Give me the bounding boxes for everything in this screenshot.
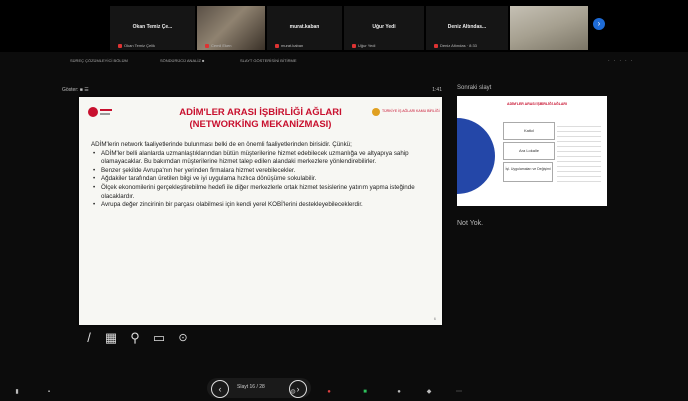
slide-body: ADİM'lerin network faaliyetlerinde bulun…	[91, 141, 431, 210]
elapsed-timer: 1:41	[432, 87, 442, 93]
record-icon[interactable]: ●	[396, 389, 402, 395]
thumb-text-block	[557, 122, 601, 182]
slide-bullet: Ölçek ekonomilerini gerçekleştirebilme h…	[93, 184, 431, 201]
slide-title-line2: (NETWORKİNG MEKANİZMASI)	[189, 119, 332, 130]
slide-bullet: ADİM'ler belli alanlarda uzmanlaştıkları…	[93, 150, 431, 167]
zoom-icon[interactable]: ⚲	[128, 331, 142, 345]
thumb-row: Katkıl	[503, 122, 555, 140]
thumb-circle-icon	[457, 118, 495, 194]
meeting-control-bar: ▮ ▪ ◍ ● ■ ● ◆ ⋯	[0, 385, 688, 401]
participant-subname: Deniz Altındas · 8:33	[434, 43, 477, 48]
participant-video[interactable]: Cemil Eken	[197, 6, 265, 50]
participant-name: murat.kaban	[289, 24, 320, 30]
video-icon[interactable]: ▪	[46, 389, 52, 395]
participant-tile[interactable]: murat.kaban murat.kaban	[267, 6, 342, 50]
participant-strip: Okan Temiz Çe... Okan Temiz Çelik Cemil …	[0, 0, 688, 52]
participant-tile[interactable]: Okan Temiz Çe... Okan Temiz Çelik	[110, 6, 195, 50]
slide-header-bar: Göster: ■ ☰ 1:41	[62, 84, 442, 96]
thumb-title: ADİM'LER ARASI İŞBİRLİĞİ AĞLARI	[507, 102, 567, 106]
participant-name: Okan Temiz Çe...	[132, 24, 173, 30]
participant-tile[interactable]: Deniz Altındas... Deniz Altındas · 8:33	[426, 6, 508, 50]
mic-icon[interactable]: ▮	[14, 389, 20, 395]
subtitle-icon[interactable]: ▭	[152, 331, 166, 345]
toolbar-item[interactable]: SÖNDÜRÜCÜ ANALİZ ■	[160, 58, 204, 63]
chat-icon[interactable]: ●	[326, 389, 332, 395]
participant-name: Uğur Yedi	[372, 24, 396, 30]
share-toolbar: SÜREÇ ÇÖZÜMLEYİCİ BÖLÜM SÖNDÜRÜCÜ ANALİZ…	[70, 58, 370, 68]
slide-view-label[interactable]: Göster: ■ ☰	[62, 87, 89, 93]
thumb-row: İşl. Uygulamaları ve Değişimi	[503, 162, 553, 182]
participant-name: Deniz Altındas...	[447, 24, 487, 30]
share-screen-icon[interactable]: ■	[362, 389, 368, 395]
participant-subname: murat.kaban	[275, 43, 303, 48]
more-icon[interactable]: ⊙	[176, 331, 190, 345]
next-participants-arrow-icon[interactable]: ›	[593, 18, 605, 30]
toolbar-item[interactable]: SLAYT GÖSTERİSİNİ BİTİRME	[240, 58, 297, 63]
speaker-notes: Not Yok.	[457, 220, 484, 227]
participants-icon[interactable]: ◍	[290, 389, 296, 395]
participant-tile[interactable]: Uğur Yedi Uğur Yedi	[344, 6, 424, 50]
next-slide-thumbnail[interactable]: ADİM'LER ARASI İŞBİRLİĞİ AĞLARI Katkıl A…	[457, 96, 607, 206]
participant-subname: Cemil Eken	[205, 43, 231, 48]
partner-logo: TÜRKİYE İŞ AĞLARI KAMU BİRLİĞİ	[372, 107, 440, 117]
participant-subname: Okan Temiz Çelik	[118, 43, 155, 48]
slide-page-number: 6	[433, 316, 436, 321]
next-slide-label: Sonraki slayt	[457, 85, 492, 91]
participant-video[interactable]	[510, 6, 588, 50]
slide-intro: ADİM'lerin network faaliyetlerinde bulun…	[91, 141, 352, 148]
presentation-slide: ADİM'LER ARASI İŞBİRLİĞİ AĞLARI (NETWORK…	[79, 97, 442, 325]
toolbar-item[interactable]: SÜREÇ ÇÖZÜMLEYİCİ BÖLÜM	[70, 58, 128, 63]
more-options-icon[interactable]: ·····	[608, 58, 636, 64]
slide-bullet: Benzer şekilde Avrupa'nın her yerinden f…	[93, 167, 431, 176]
thumb-row: Ara Lokalle	[503, 142, 555, 160]
more-options-icon[interactable]: ⋯	[456, 389, 462, 395]
slide-bullet: Ağdakiler tarafından üretilen bilgi ve i…	[93, 175, 431, 184]
participant-subname: Uğur Yedi	[352, 43, 375, 48]
reactions-icon[interactable]: ◆	[426, 389, 432, 395]
slide-bullet: Avrupa değer zincirinin bir parçası olab…	[93, 201, 431, 210]
slide-bullet-list: ADİM'ler belli alanlarda uzmanlaştıkları…	[91, 150, 431, 210]
pen-icon[interactable]: /	[82, 331, 96, 345]
slides-grid-icon[interactable]: ▦	[104, 331, 118, 345]
